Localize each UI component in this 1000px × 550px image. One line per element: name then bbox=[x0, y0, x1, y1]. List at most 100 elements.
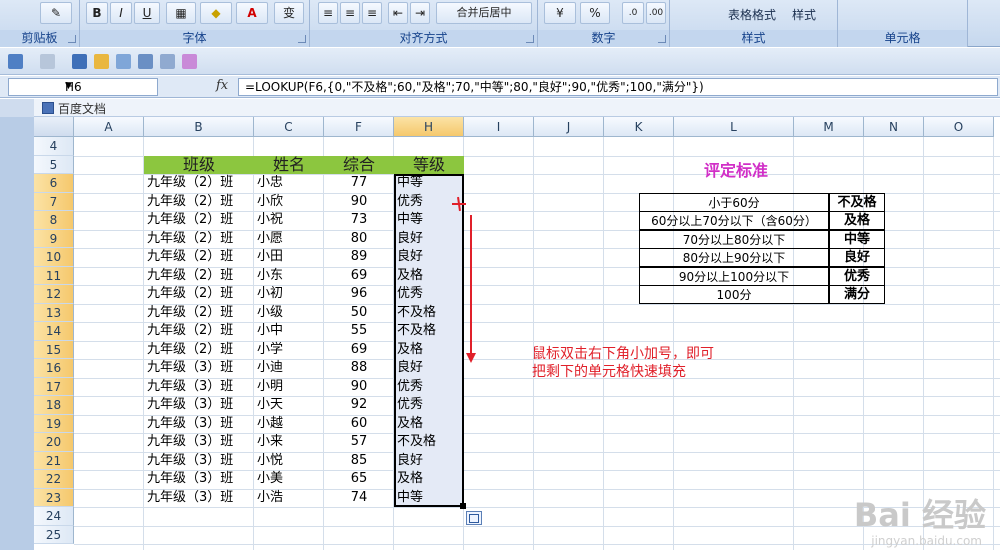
cell-score[interactable]: 60 bbox=[324, 415, 394, 434]
phonetic-button[interactable]: 变 bbox=[274, 2, 304, 24]
cell-name[interactable]: 小忠 bbox=[254, 174, 324, 193]
cell-name[interactable]: 小田 bbox=[254, 248, 324, 267]
row-header-22[interactable]: 22 bbox=[34, 470, 74, 489]
row-header-11[interactable]: 11 bbox=[34, 266, 74, 285]
cell-name[interactable]: 小东 bbox=[254, 267, 324, 286]
standard-condition[interactable]: 70分以上80分以下 bbox=[639, 229, 829, 249]
cell-class[interactable]: 九年级（2）班 bbox=[144, 285, 254, 304]
cell-name[interactable]: 小悦 bbox=[254, 452, 324, 471]
cell-class[interactable]: 九年级（3）班 bbox=[144, 396, 254, 415]
cell-name[interactable]: 小初 bbox=[254, 285, 324, 304]
cell-class[interactable]: 九年级（2）班 bbox=[144, 267, 254, 286]
cell-class[interactable]: 九年级（2）班 bbox=[144, 193, 254, 212]
cell-name[interactable]: 小浩 bbox=[254, 489, 324, 508]
cell-score[interactable]: 65 bbox=[324, 470, 394, 489]
row-header-4[interactable]: 4 bbox=[34, 137, 74, 156]
row-header-19[interactable]: 19 bbox=[34, 414, 74, 433]
cell-class[interactable]: 九年级（2）班 bbox=[144, 248, 254, 267]
column-header-c[interactable]: C bbox=[254, 117, 324, 137]
select-all-corner[interactable] bbox=[34, 117, 74, 137]
cell-score[interactable]: 55 bbox=[324, 322, 394, 341]
border-button[interactable]: ▦ bbox=[166, 2, 196, 24]
percent-button[interactable]: % bbox=[580, 2, 610, 24]
row-header-9[interactable]: 9 bbox=[34, 229, 74, 248]
column-header-a[interactable]: A bbox=[74, 117, 144, 137]
cell-score[interactable]: 92 bbox=[324, 396, 394, 415]
currency-icon[interactable]: ¥ bbox=[544, 2, 576, 24]
print-preview-icon[interactable] bbox=[116, 54, 131, 69]
cell-class[interactable]: 九年级（3）班 bbox=[144, 452, 254, 471]
standard-condition[interactable]: 90分以上100分以下 bbox=[639, 266, 829, 286]
cell-class[interactable]: 九年级（2）班 bbox=[144, 211, 254, 230]
standard-condition[interactable]: 小于60分 bbox=[639, 192, 829, 212]
column-header-n[interactable]: N bbox=[864, 117, 924, 137]
standard-grade[interactable]: 满分 bbox=[829, 285, 885, 304]
undo-icon[interactable] bbox=[8, 54, 23, 69]
cell-name[interactable]: 小愿 bbox=[254, 230, 324, 249]
row-header-21[interactable]: 21 bbox=[34, 451, 74, 470]
header-name[interactable]: 姓名 bbox=[254, 155, 324, 174]
open-icon[interactable] bbox=[94, 54, 109, 69]
cell-class[interactable]: 九年级（3）班 bbox=[144, 470, 254, 489]
cell-class[interactable]: 九年级（2）班 bbox=[144, 230, 254, 249]
row-header-14[interactable]: 14 bbox=[34, 322, 74, 341]
column-header-k[interactable]: K bbox=[604, 117, 674, 137]
increase-indent-icon[interactable]: ⇥ bbox=[410, 2, 430, 24]
save-icon[interactable] bbox=[72, 54, 87, 69]
spell-check-icon[interactable] bbox=[160, 54, 175, 69]
cell-class[interactable]: 九年级（3）班 bbox=[144, 433, 254, 452]
print-icon[interactable] bbox=[138, 54, 153, 69]
increase-decimal-icon[interactable]: .0 bbox=[622, 2, 644, 24]
column-header-h[interactable]: H bbox=[394, 117, 464, 137]
header-score[interactable]: 综合 bbox=[324, 155, 394, 174]
cell-score[interactable]: 57 bbox=[324, 433, 394, 452]
column-header-b[interactable]: B bbox=[144, 117, 254, 137]
clipboard-launcher-icon[interactable] bbox=[68, 35, 76, 43]
standard-condition[interactable]: 60分以上70分以下（含60分） bbox=[639, 211, 829, 230]
cell-score[interactable]: 88 bbox=[324, 359, 394, 378]
standard-grade[interactable]: 中等 bbox=[829, 229, 885, 249]
cell-name[interactable]: 小天 bbox=[254, 396, 324, 415]
autofill-options-button[interactable] bbox=[466, 511, 482, 525]
cell-name[interactable]: 小中 bbox=[254, 322, 324, 341]
cell-name[interactable]: 小来 bbox=[254, 433, 324, 452]
standard-grade[interactable]: 及格 bbox=[829, 211, 885, 230]
cell-name[interactable]: 小级 bbox=[254, 304, 324, 323]
align-right-icon[interactable]: ≡ bbox=[362, 2, 382, 24]
cell-class[interactable]: 九年级（3）班 bbox=[144, 359, 254, 378]
row-header-10[interactable]: 10 bbox=[34, 248, 74, 267]
align-left-icon[interactable]: ≡ bbox=[318, 2, 338, 24]
row-header-8[interactable]: 8 bbox=[34, 211, 74, 230]
cell-name[interactable]: 小祝 bbox=[254, 211, 324, 230]
align-center-icon[interactable]: ≡ bbox=[340, 2, 360, 24]
chevron-down-icon[interactable]: ▼ bbox=[65, 81, 154, 91]
cell-name[interactable]: 小美 bbox=[254, 470, 324, 489]
merge-center-button[interactable]: 合并后居中 bbox=[436, 2, 532, 24]
row-header-15[interactable]: 15 bbox=[34, 340, 74, 359]
row-header-23[interactable]: 23 bbox=[34, 488, 74, 507]
formula-input[interactable]: =LOOKUP(F6,{0,"不及格";60,"及格";70,"中等";80,"… bbox=[238, 78, 998, 96]
redo-icon[interactable] bbox=[40, 54, 55, 69]
cell-score[interactable]: 50 bbox=[324, 304, 394, 323]
row-header-18[interactable]: 18 bbox=[34, 396, 74, 415]
decrease-decimal-icon[interactable]: .00 bbox=[646, 2, 666, 24]
header-grade[interactable]: 等级 bbox=[394, 155, 464, 174]
alignment-launcher-icon[interactable] bbox=[526, 35, 534, 43]
cell-score[interactable]: 73 bbox=[324, 211, 394, 230]
cell-class[interactable]: 九年级（2）班 bbox=[144, 322, 254, 341]
table-format-button[interactable]: 表格格式 bbox=[728, 6, 776, 23]
cell-class[interactable]: 九年级（3）班 bbox=[144, 378, 254, 397]
cell-score[interactable]: 69 bbox=[324, 267, 394, 286]
cell-class[interactable]: 九年级（2）班 bbox=[144, 341, 254, 360]
cell-class[interactable]: 九年级（2）班 bbox=[144, 174, 254, 193]
column-header-j[interactable]: J bbox=[534, 117, 604, 137]
insert-function-icon[interactable]: fx bbox=[216, 78, 228, 93]
document-tab[interactable]: 百度文档 bbox=[58, 100, 106, 117]
column-header-m[interactable]: M bbox=[794, 117, 864, 137]
row-header-6[interactable]: 6 bbox=[34, 174, 74, 193]
cell-class[interactable]: 九年级（3）班 bbox=[144, 415, 254, 434]
decrease-indent-icon[interactable]: ⇤ bbox=[388, 2, 408, 24]
cell-score[interactable]: 85 bbox=[324, 452, 394, 471]
format-painter-button[interactable]: ✎ bbox=[40, 2, 72, 24]
cell-score[interactable]: 77 bbox=[324, 174, 394, 193]
